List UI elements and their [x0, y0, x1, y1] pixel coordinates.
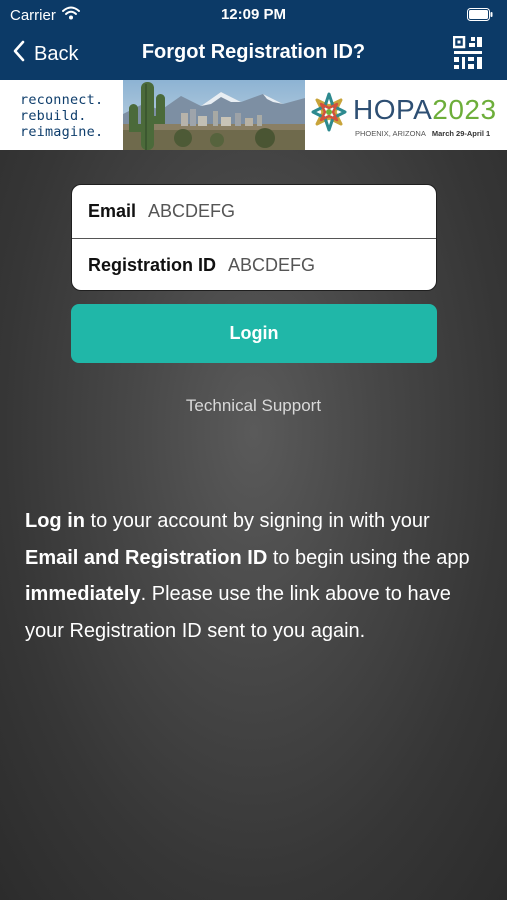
- technical-support-link[interactable]: Technical Support: [0, 396, 507, 416]
- tagline-line: rebuild.: [20, 108, 87, 124]
- qr-code-icon[interactable]: [452, 35, 483, 75]
- nav-bar: Back Forgot Registration ID?: [0, 30, 507, 80]
- back-label: Back: [34, 42, 79, 65]
- email-row: Email: [72, 185, 436, 238]
- back-button[interactable]: Back: [12, 40, 78, 68]
- battery-icon: [467, 8, 493, 25]
- login-button[interactable]: Login: [71, 304, 437, 363]
- chevron-left-icon: [12, 40, 26, 68]
- email-label: Email: [88, 201, 137, 221]
- info-text-2: to begin using the app: [267, 546, 470, 569]
- city-skyline-image: [123, 80, 305, 150]
- info-immediately-bold: immediately: [25, 583, 141, 605]
- clock: 12:09 PM: [220, 6, 287, 23]
- registration-id-row: Registration ID: [72, 238, 436, 290]
- registration-id-label: Registration ID: [88, 254, 217, 275]
- banner-tagline: reconnect. rebuild. reimagine.: [0, 80, 123, 150]
- info-message: Log in to your account by signing in wit…: [25, 503, 485, 649]
- status-bar: Carrier 12:09 PM: [0, 0, 507, 30]
- registration-id-field[interactable]: [228, 254, 436, 276]
- brand-year: 2023: [432, 94, 497, 125]
- tagline-line: reimagine.: [20, 124, 104, 140]
- info-login-bold: Log in: [25, 510, 85, 532]
- email-field[interactable]: [148, 201, 436, 222]
- event-dates: March 29-April 1: [431, 129, 491, 138]
- event-location: PHOENIX, ARIZONA: [355, 129, 426, 138]
- login-form: Email Registration ID: [71, 184, 437, 291]
- brand-word: HOPA: [353, 94, 433, 125]
- info-credentials-bold: Email and Registration ID: [25, 546, 268, 569]
- brand-title: HOPA2023: [353, 94, 497, 126]
- event-details: PHOENIX, ARIZONA March 29-April 1: [355, 129, 490, 138]
- hopa-logo: HOPA2023 PHOENIX, ARIZONA March 29-April …: [305, 80, 507, 150]
- info-text-1: to your account by signing in with your: [84, 510, 430, 532]
- event-banner: reconnect. rebuild. reimagine. HOPA2023 …: [0, 80, 507, 150]
- tagline-line: reconnect.: [20, 92, 104, 108]
